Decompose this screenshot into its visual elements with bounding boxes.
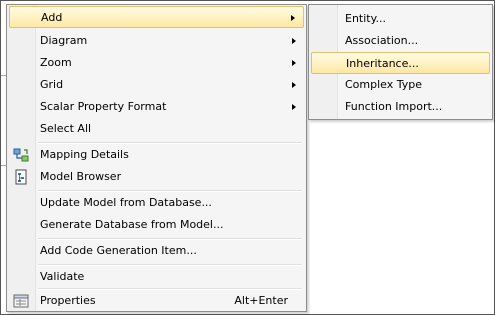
model-browser-icon bbox=[15, 169, 27, 185]
menu-item-label: Validate bbox=[40, 270, 85, 283]
menu-item-properties[interactable]: Properties Alt+Enter bbox=[9, 290, 304, 312]
menu-item-label: Generate Database from Model... bbox=[40, 218, 224, 231]
submenu-item-inheritance[interactable]: Inheritance... bbox=[311, 52, 490, 74]
menu-item-model-browser[interactable]: Model Browser bbox=[9, 166, 304, 188]
submenu-item-complex-type[interactable]: Complex Type bbox=[311, 74, 490, 96]
menu-item-label: Complex Type bbox=[345, 78, 423, 91]
submenu-arrow-icon bbox=[292, 38, 296, 44]
menu-item-add[interactable]: Add bbox=[9, 6, 304, 28]
menu-item-label: Zoom bbox=[40, 56, 72, 69]
menu-item-update-model[interactable]: Update Model from Database... bbox=[9, 192, 304, 214]
mapping-details-icon bbox=[13, 148, 29, 162]
menu-item-shortcut: Alt+Enter bbox=[234, 294, 288, 307]
menu-item-label: Properties bbox=[40, 294, 96, 307]
menu-item-scalar-property-format[interactable]: Scalar Property Format bbox=[9, 96, 304, 118]
menu-item-label: Entity... bbox=[345, 12, 387, 25]
add-submenu: Entity... Association... Inheritance... … bbox=[308, 4, 493, 120]
menu-item-grid[interactable]: Grid bbox=[9, 74, 304, 96]
menu-item-label: Model Browser bbox=[40, 170, 122, 183]
menu-item-label: Add Code Generation Item... bbox=[40, 244, 197, 257]
menu-item-label: Select All bbox=[40, 122, 92, 135]
menu-item-generate-database[interactable]: Generate Database from Model... bbox=[9, 214, 304, 236]
menu-item-label: Diagram bbox=[40, 34, 88, 47]
menu-item-label: Update Model from Database... bbox=[40, 196, 212, 209]
menu-item-mapping-details[interactable]: Mapping Details bbox=[9, 144, 304, 166]
menu-item-label: Function Import... bbox=[345, 100, 443, 113]
menu-item-label: Association... bbox=[345, 34, 419, 47]
menu-item-validate[interactable]: Validate bbox=[9, 266, 304, 288]
submenu-arrow-icon bbox=[291, 15, 295, 21]
submenu-arrow-icon bbox=[292, 104, 296, 110]
menu-item-zoom[interactable]: Zoom bbox=[9, 52, 304, 74]
menu-item-select-all[interactable]: Select All bbox=[9, 118, 304, 140]
submenu-arrow-icon bbox=[292, 60, 296, 66]
menu-item-label: Scalar Property Format bbox=[40, 100, 167, 113]
menu-item-label: Inheritance... bbox=[346, 57, 419, 70]
menu-item-label: Mapping Details bbox=[40, 148, 129, 161]
submenu-arrow-icon bbox=[292, 82, 296, 88]
submenu-item-function-import[interactable]: Function Import... bbox=[311, 96, 490, 118]
properties-icon bbox=[13, 294, 29, 308]
menu-item-label: Grid bbox=[40, 78, 64, 91]
submenu-item-entity[interactable]: Entity... bbox=[311, 8, 490, 30]
menu-item-add-code-generation[interactable]: Add Code Generation Item... bbox=[9, 240, 304, 262]
submenu-item-association[interactable]: Association... bbox=[311, 30, 490, 52]
menu-item-diagram[interactable]: Diagram bbox=[9, 30, 304, 52]
context-menu: Add Diagram Zoom Grid Scalar Property Fo… bbox=[6, 4, 307, 312]
menu-item-label: Add bbox=[41, 11, 63, 24]
